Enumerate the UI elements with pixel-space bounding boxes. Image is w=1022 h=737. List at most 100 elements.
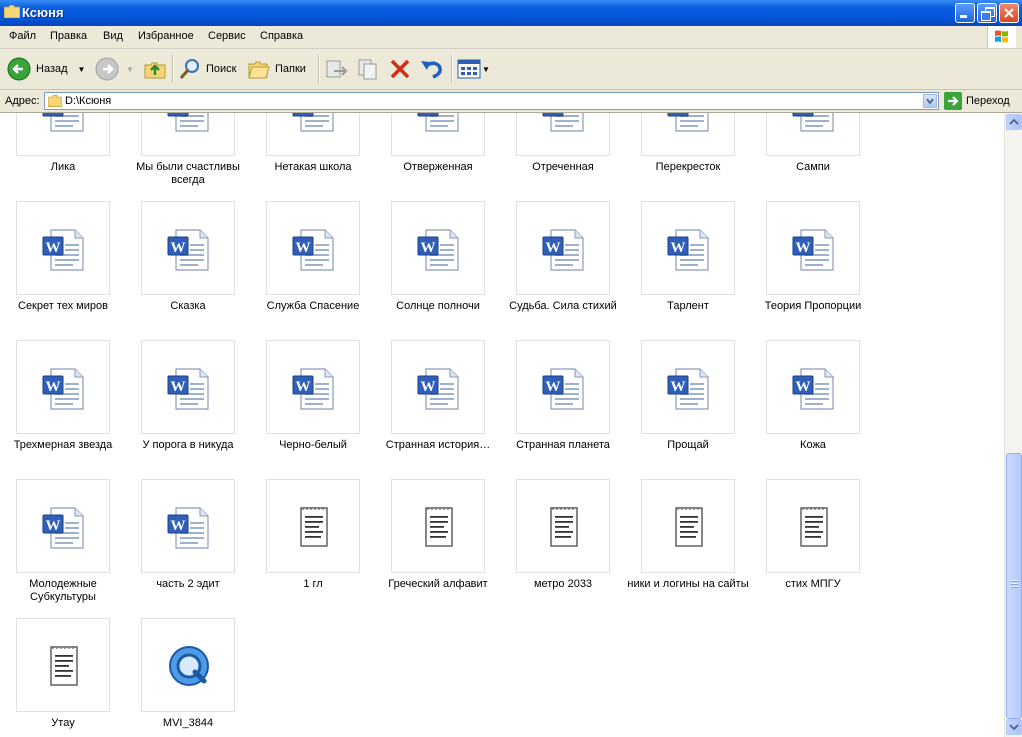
file-thumbnail[interactable] [516,479,610,573]
menu-view[interactable]: Вид [103,30,123,42]
file-thumbnail[interactable]: W [16,479,110,573]
go-arrow-icon [944,92,962,110]
word-document-icon: W [292,368,334,410]
scroll-up-button[interactable] [1006,114,1022,130]
forward-button[interactable]: ▼ [94,53,134,85]
file-thumbnail[interactable]: W [16,113,110,156]
file-thumbnail[interactable]: W [516,113,610,156]
word-document-icon: W [292,229,334,271]
search-label: Поиск [206,63,237,75]
file-thumbnail[interactable] [266,479,360,573]
folders-label: Папки [275,63,306,75]
file-thumbnail[interactable]: W [16,340,110,434]
file-thumbnail[interactable] [16,618,110,712]
file-name: Служба Спасение [266,300,360,312]
svg-text:W: W [796,379,811,395]
svg-text:W: W [171,113,186,117]
vertical-scrollbar[interactable] [1004,113,1022,737]
file-name: Нетакая школа [274,161,352,173]
go-button[interactable]: Переход [944,92,1010,110]
move-to-button[interactable] [324,53,348,85]
file-thumbnail[interactable]: W [141,113,235,156]
file-thumbnail[interactable]: W [391,113,485,156]
file-thumbnail[interactable] [141,618,235,712]
file-thumbnail[interactable]: W [266,113,360,156]
file-thumbnail[interactable]: W [141,340,235,434]
delete-icon [390,59,410,79]
word-document-icon: W [167,507,209,549]
menu-favorites[interactable]: Избранное [138,30,194,42]
file-name: Теория Пропорции [764,300,862,312]
up-folder-button[interactable] [143,53,167,85]
folders-button[interactable]: Папки [247,53,306,85]
delete-button[interactable] [388,53,412,85]
folder-icon [48,95,62,107]
close-window-button[interactable] [999,3,1019,23]
file-thumbnail[interactable]: W [766,113,860,156]
file-thumbnail[interactable]: W [641,113,735,156]
address-input[interactable]: D:\Ксюня [44,92,939,110]
search-icon [179,59,199,79]
file-thumbnail[interactable]: W [766,201,860,295]
file-thumbnail[interactable]: W [641,340,735,434]
address-label: Адрес: [5,95,40,107]
address-dropdown-button[interactable] [923,94,937,108]
file-name: Прощай [667,439,709,451]
file-thumbnail[interactable] [766,479,860,573]
back-dropdown-icon[interactable]: ▼ [78,65,86,74]
file-thumbnail[interactable]: W [391,340,485,434]
views-dropdown-icon[interactable]: ▼ [482,65,490,74]
word-document-icon: W [792,368,834,410]
svg-text:W: W [46,240,61,256]
file-name: У порога в никуда [142,439,234,451]
file-thumbnail[interactable]: W [16,201,110,295]
back-button[interactable]: Назад ▼ [6,53,85,85]
file-name: метро 2033 [533,578,593,590]
file-thumbnail[interactable]: W [141,479,235,573]
up-folder-icon [144,62,166,79]
folders-icon [248,61,270,79]
word-document-icon: W [167,368,209,410]
file-thumbnail[interactable]: W [141,201,235,295]
menu-file[interactable]: Файл [9,30,36,42]
word-document-icon: W [667,113,709,132]
menu-help[interactable]: Справка [260,30,303,42]
text-file-icon [800,507,828,547]
svg-text:W: W [171,518,186,534]
quicktime-video-icon [169,646,209,686]
file-thumbnail[interactable]: W [266,201,360,295]
scroll-thumb[interactable] [1006,453,1022,719]
svg-text:W: W [296,113,311,117]
minimize-button[interactable] [955,3,975,23]
file-thumbnail[interactable]: W [641,201,735,295]
address-value: D:\Ксюня [65,95,112,107]
word-document-icon: W [542,113,584,132]
file-thumbnail[interactable]: W [391,201,485,295]
file-thumbnail[interactable] [391,479,485,573]
forward-dropdown-icon[interactable]: ▼ [126,65,134,74]
file-name: 1 гл [303,578,323,590]
search-button[interactable]: Поиск [178,53,236,85]
scroll-down-button[interactable] [1006,719,1022,735]
file-name: Молодежные Субкультуры [29,578,97,603]
file-thumbnail[interactable]: W [516,201,610,295]
windows-logo-icon [987,26,1016,48]
file-thumbnail[interactable]: W [766,340,860,434]
copy-to-button[interactable] [356,53,380,85]
views-button[interactable]: ▼ [457,53,490,85]
maximize-button[interactable] [977,3,997,23]
file-thumbnail[interactable] [641,479,735,573]
text-file-icon [50,646,78,686]
copy-to-icon [358,59,377,80]
file-thumbnail[interactable]: W [516,340,610,434]
file-name: Трехмерная звезда [13,439,113,451]
file-name: Отреченная [532,161,594,173]
svg-text:W: W [796,113,811,117]
menu-edit[interactable]: Правка [50,30,87,42]
file-name: Сказка [170,300,206,312]
file-thumbnail[interactable]: W [266,340,360,434]
word-document-icon: W [167,229,209,271]
menu-tools[interactable]: Сервис [208,30,246,42]
undo-button[interactable] [419,53,445,85]
svg-text:W: W [671,113,686,117]
